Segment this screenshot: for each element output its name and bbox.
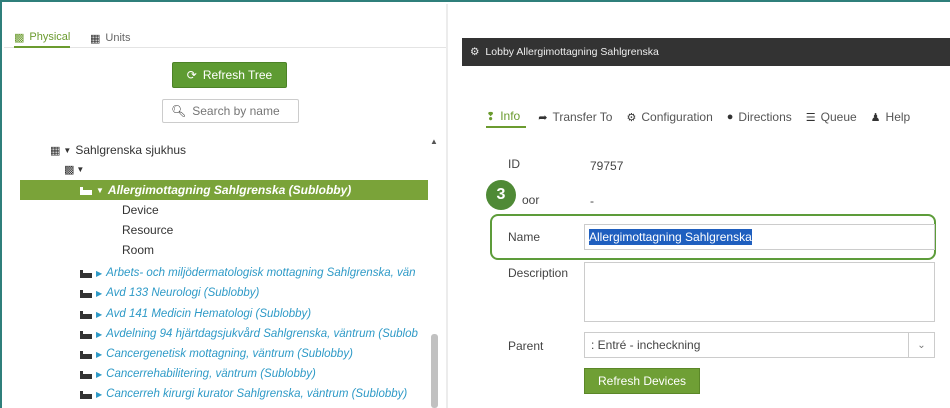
refresh-devices-button[interactable]: Refresh Devices bbox=[584, 368, 700, 394]
id-label: ID bbox=[508, 157, 520, 171]
caret-down-icon: ▼ bbox=[63, 145, 72, 155]
tree-item[interactable]: ▶ Cancerreh kirurgi kurator Sahlgrenska,… bbox=[80, 384, 407, 404]
refresh-devices-label: Refresh Devices bbox=[597, 374, 687, 388]
list-icon: ☰ bbox=[805, 111, 816, 124]
tree-node-folder[interactable]: ▩ ▼ bbox=[64, 159, 88, 179]
tab-configuration[interactable]: ⚙ Configuration bbox=[626, 106, 726, 128]
tree-item[interactable]: ▶ Avdelning 94 hjärtdagsjukvård Sahlgren… bbox=[80, 324, 418, 344]
tree-item[interactable]: ▶ Avd 133 Neurologi (Sublobby) bbox=[80, 283, 259, 303]
refresh-tree-button[interactable]: ⟳ Refresh Tree bbox=[172, 62, 287, 88]
refresh-tree-label: Refresh Tree bbox=[202, 68, 273, 82]
caret-right-icon: ▶ bbox=[96, 268, 103, 278]
parent-selected-value: : Entré - incheckning bbox=[591, 338, 701, 352]
id-value: 79757 bbox=[590, 159, 624, 173]
gears-icon: ⚙ bbox=[626, 111, 637, 124]
detail-panel: ⚙ Lobby Allergimottagning Sahlgrenska ❢ … bbox=[448, 4, 950, 408]
tab-physical[interactable]: ▩ Physical bbox=[14, 28, 71, 48]
scroll-up-arrow-icon[interactable]: ▲ bbox=[430, 137, 438, 146]
parent-label: Parent bbox=[508, 339, 544, 353]
tab-queue[interactable]: ☰ Queue bbox=[806, 106, 871, 128]
caret-right-icon: ▶ bbox=[96, 288, 103, 298]
description-textarea[interactable] bbox=[584, 262, 935, 322]
bed-icon bbox=[80, 310, 92, 319]
building-icon: ▩ bbox=[14, 31, 25, 44]
tab-transfer-to[interactable]: ➦ Transfer To bbox=[538, 106, 626, 128]
floor-value: - bbox=[590, 194, 594, 208]
bed-icon bbox=[80, 269, 92, 278]
caret-down-icon: ▼ bbox=[96, 185, 104, 195]
bed-icon bbox=[80, 289, 92, 298]
bed-icon bbox=[80, 370, 92, 379]
tree-node-selected[interactable]: ▼ Allergimottagning Sahlgrenska (Sublobb… bbox=[20, 180, 428, 200]
caret-right-icon: ▶ bbox=[96, 389, 103, 399]
bed-icon bbox=[80, 186, 92, 195]
tree-item[interactable]: ▶ Arbets- och miljödermatologisk mottagn… bbox=[80, 263, 416, 283]
grid-icon: ▦ bbox=[90, 32, 101, 45]
tab-label: Physical bbox=[29, 31, 71, 43]
bed-icon bbox=[80, 350, 92, 359]
caret-right-icon: ▶ bbox=[96, 329, 103, 339]
name-input[interactable]: Allergimottagning Sahlgrenska bbox=[584, 224, 935, 250]
tab-directions[interactable]: ● Directions bbox=[727, 106, 806, 128]
user-icon: ♟ bbox=[870, 111, 881, 124]
tree-child-device[interactable]: Device bbox=[122, 200, 159, 220]
description-label: Description bbox=[508, 266, 569, 280]
tree-item[interactable]: ▶ Cancerrehabilitering, väntrum (Sublobb… bbox=[80, 364, 316, 384]
building-icon: ▩ bbox=[64, 163, 75, 176]
tree-panel: ▩ Physical ▦ Units ⟳ Refresh Tree 🔍︎ ▦ ▼… bbox=[4, 4, 446, 408]
name-input-selected-text: Allergimottagning Sahlgrenska bbox=[589, 229, 752, 245]
parent-select[interactable]: : Entré - incheckning ⌄ bbox=[584, 332, 935, 358]
step-badge: 3 bbox=[486, 180, 516, 210]
tree-item[interactable]: ▶ Avd 141 Medicin Hematologi (Sublobby) bbox=[80, 304, 311, 324]
tab-label: Units bbox=[105, 32, 131, 44]
chevron-down-icon[interactable]: ⌄ bbox=[908, 333, 934, 357]
caret-right-icon: ▶ bbox=[96, 349, 103, 359]
tree-node-label: Sahlgrenska sjukhus bbox=[75, 143, 187, 157]
caret-right-icon: ▶ bbox=[96, 309, 103, 319]
search-icon: 🔍︎ bbox=[171, 104, 187, 118]
map-marker-icon: ● bbox=[726, 111, 734, 123]
detail-title: Lobby Allergimottagning Sahlgrenska bbox=[485, 46, 659, 58]
tree-search[interactable]: 🔍︎ bbox=[162, 99, 299, 123]
info-icon: ❢ bbox=[486, 110, 496, 123]
refresh-icon: ⟳ bbox=[186, 68, 197, 82]
search-input[interactable] bbox=[192, 104, 293, 118]
tab-info[interactable]: ❢ Info bbox=[486, 106, 527, 128]
name-label: Name bbox=[508, 230, 541, 244]
tab-units[interactable]: ▦ Units bbox=[90, 28, 130, 48]
tree-view: ▦ ▼ Sahlgrenska sjukhus ▩ ▼ ▼ Allergimot… bbox=[4, 130, 428, 408]
grid-icon: ▦ bbox=[50, 144, 61, 157]
app-frame: ▩ Physical ▦ Units ⟳ Refresh Tree 🔍︎ ▦ ▼… bbox=[0, 0, 950, 408]
bed-icon bbox=[80, 330, 92, 339]
tree-child-room[interactable]: Room bbox=[122, 240, 154, 260]
detail-tabs: ❢ Info ➦ Transfer To ⚙ Configuration ● D… bbox=[486, 106, 950, 128]
tree-item[interactable]: ▶ Cancergenetisk mottagning, väntrum (Su… bbox=[80, 344, 353, 364]
caret-down-icon: ▼ bbox=[76, 164, 85, 174]
tree-node-label: Allergimottagning Sahlgrenska (Sublobby) bbox=[107, 183, 352, 197]
share-arrow-icon: ➦ bbox=[538, 111, 548, 124]
bed-icon bbox=[80, 390, 92, 399]
tree-child-resource[interactable]: Resource bbox=[122, 220, 173, 240]
tree-node-hospital[interactable]: ▦ ▼ Sahlgrenska sjukhus bbox=[50, 140, 186, 160]
detail-titlebar: ⚙ Lobby Allergimottagning Sahlgrenska bbox=[462, 38, 950, 66]
tab-help[interactable]: ♟ Help bbox=[871, 106, 925, 128]
gear-icon: ⚙ bbox=[470, 46, 480, 58]
caret-right-icon: ▶ bbox=[96, 369, 103, 379]
floor-label: oor bbox=[522, 193, 540, 207]
scrollbar-thumb[interactable] bbox=[431, 334, 438, 408]
tree-tabs: ▩ Physical ▦ Units bbox=[4, 4, 446, 48]
